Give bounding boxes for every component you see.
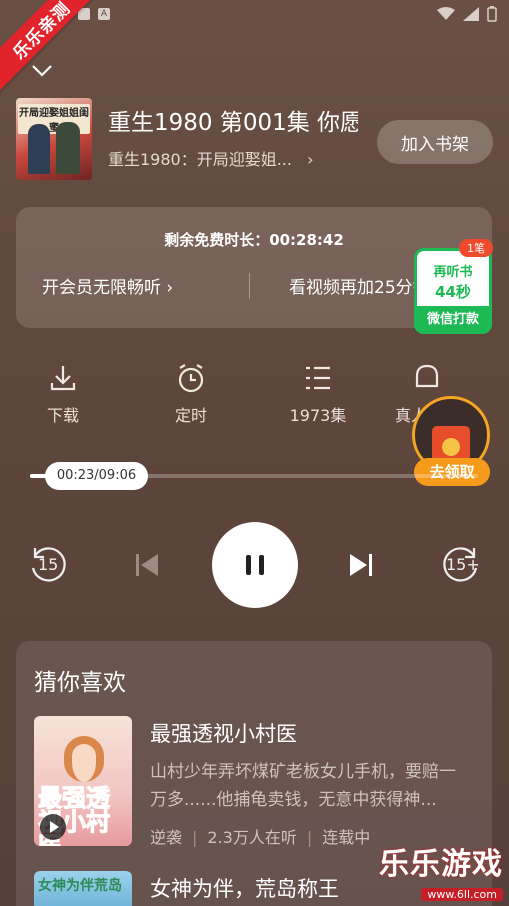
collapse-chevron-icon[interactable] <box>30 60 54 80</box>
book-item[interactable]: 最强透视小村医 最强透视小村医 山村少年弄坏煤矿老板女儿手机，要赔一万多....… <box>34 716 474 848</box>
divider <box>249 273 250 299</box>
book-status: 连载中 <box>322 828 371 847</box>
chevron-right-icon: › <box>307 150 314 169</box>
book-cover[interactable]: 最强透视小村医 <box>34 716 132 846</box>
playback-controls: 15 15+ <box>0 522 509 608</box>
skip-next-icon <box>350 554 372 576</box>
vip-unlimited-link[interactable]: 开会员无限畅听 › <box>42 273 173 298</box>
pause-icon <box>246 555 264 575</box>
progress-thumb[interactable]: 00:23/09:06 <box>44 462 149 490</box>
book-title: 最强透视小村医 <box>150 722 297 746</box>
wechat-payout-button[interactable]: 微信打款 <box>414 306 492 334</box>
play-icon[interactable] <box>40 814 66 840</box>
now-playing-header: 开局迎娶姐姐闺蜜 重生1980 第001集 你愿意 重生1980：开局迎娶姐..… <box>16 98 493 180</box>
section-title: 猜你喜欢 <box>34 670 126 696</box>
previous-track-button[interactable] <box>124 542 170 588</box>
wifi-icon <box>437 7 455 20</box>
chevron-right-icon: › <box>166 278 174 298</box>
track-title: 重生1980 第001集 你愿意 <box>108 110 358 136</box>
rewind-15-button[interactable]: 15 <box>25 542 71 588</box>
coin-icon <box>442 438 460 456</box>
book-subtitle: 重生1980：开局迎娶姐... <box>108 150 292 169</box>
watch-video-link[interactable]: 看视频再加25分钟 <box>289 273 419 298</box>
list-icon <box>306 366 330 390</box>
wechat-reward-card[interactable]: 1笔 再听书 44秒 微信打款 <box>414 239 493 334</box>
battery-icon <box>487 6 497 22</box>
download-button[interactable]: 下载 <box>18 362 108 426</box>
watermark-logo: 乐乐游戏 www.6ll.com <box>379 847 503 901</box>
album-cover[interactable]: 开局迎娶姐姐闺蜜 <box>16 98 92 180</box>
pause-button[interactable] <box>212 522 298 608</box>
book-title: 女神为伴，荒岛称王 <box>150 877 339 901</box>
book-meta: 逆袭 | 2.3万人在听 | 连载中 <box>150 828 371 847</box>
book-tag: 逆袭 <box>150 828 183 847</box>
a-icon: A <box>98 8 110 20</box>
alarm-clock-icon <box>178 364 204 393</box>
reward-countdown: 44秒 <box>435 283 471 301</box>
add-to-bookshelf-button[interactable]: 加入书架 <box>377 120 493 164</box>
book-description: 山村少年弄坏煤矿老板女儿手机，要赔一万多......他捕龟卖钱，无意中获得神..… <box>150 762 456 810</box>
reward-count-badge: 1笔 <box>459 239 493 257</box>
voice-icon <box>415 364 439 388</box>
book-cover[interactable]: 女神为伴荒岛 <box>34 871 132 906</box>
skip-previous-icon <box>136 554 158 576</box>
book-link[interactable]: 重生1980：开局迎娶姐... › <box>108 146 313 170</box>
episode-list-button[interactable]: 1973集 <box>273 362 363 426</box>
signal-icon <box>463 7 479 21</box>
next-track-button[interactable] <box>338 542 384 588</box>
download-icon <box>50 366 76 391</box>
forward-15-button[interactable]: 15+ <box>438 542 484 588</box>
listener-count: 2.3万人在听 <box>207 828 297 847</box>
remaining-free-time: 剩余免费时长：00:28:42 <box>164 231 344 249</box>
playback-progress[interactable]: 00:23/09:06 <box>30 462 478 490</box>
timer-button[interactable]: 定时 <box>146 362 236 426</box>
